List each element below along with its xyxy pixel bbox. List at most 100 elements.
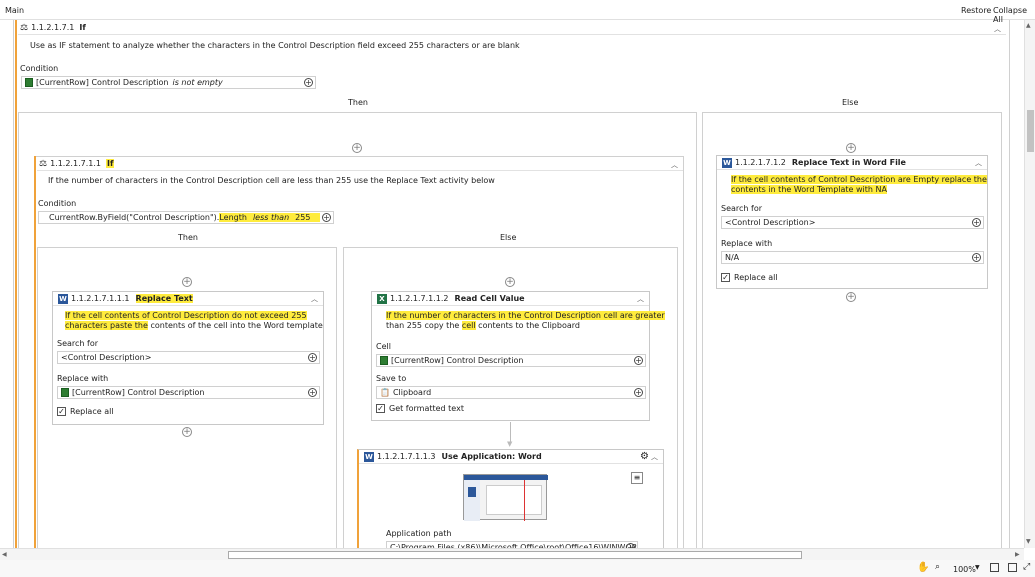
- get-formatted-checkbox[interactable]: ✓ Get formatted text: [376, 404, 464, 413]
- hand-pan-icon[interactable]: ✋: [917, 562, 929, 573]
- inner-if-header[interactable]: ⚖ 1.1.2.1.7.1.1 If ︿: [37, 157, 683, 171]
- vertical-scrollbar[interactable]: ▲ ▼: [1024, 20, 1035, 548]
- collapse-chevron-icon[interactable]: ︿: [975, 158, 982, 168]
- outer-if-accent: [15, 20, 17, 550]
- zoom-icon[interactable]: ⌕: [935, 562, 940, 572]
- restore-button[interactable]: Restore: [961, 6, 991, 15]
- activity-name: Read Cell Value: [454, 294, 525, 303]
- scroll-left-arrow-icon[interactable]: ◀: [2, 551, 7, 558]
- add-plus-icon[interactable]: +: [972, 253, 981, 262]
- breadcrumb-main[interactable]: Main: [5, 6, 24, 15]
- scroll-right-arrow-icon[interactable]: ▶: [1015, 551, 1020, 558]
- checkbox-checked-icon[interactable]: ✓: [57, 407, 66, 416]
- collapse-chevron-icon[interactable]: ︿: [637, 294, 644, 304]
- replace-with-field[interactable]: [CurrentRow] Control Description +: [57, 386, 320, 399]
- connector-arrow: [510, 422, 511, 442]
- zoom-dropdown-icon[interactable]: ▼: [975, 564, 980, 571]
- condition-property: Length: [219, 213, 247, 222]
- activity-number: 1.1.2.1.7.1.1.1: [71, 294, 130, 303]
- collapse-chevron-icon[interactable]: ︿: [651, 452, 658, 462]
- add-activity-plus-icon[interactable]: +: [846, 143, 856, 153]
- spreadsheet-icon: [25, 78, 33, 87]
- inner-if-number: 1.1.2.1.7.1.1: [50, 159, 101, 168]
- cell-field[interactable]: [CurrentRow] Control Description +: [376, 354, 646, 367]
- vertical-scroll-thumb[interactable]: [1027, 110, 1034, 152]
- search-for-label: Search for: [57, 339, 99, 348]
- replace-text-comment: If the cell contents of Control Descript…: [65, 311, 323, 330]
- outer-then-label: Then: [348, 98, 368, 107]
- replace-with-field[interactable]: N/A +: [721, 251, 984, 264]
- add-activity-plus-icon[interactable]: +: [846, 292, 856, 302]
- scroll-up-arrow-icon[interactable]: ▲: [1026, 22, 1031, 29]
- add-plus-icon[interactable]: +: [972, 218, 981, 227]
- condition-operator: is not empty: [172, 78, 223, 87]
- collapse-chevron-icon[interactable]: ︿: [994, 24, 1001, 34]
- save-to-label: Save to: [376, 374, 407, 383]
- word-icon: W: [364, 451, 374, 462]
- expand-icon[interactable]: ⤢: [1023, 562, 1030, 572]
- add-plus-icon[interactable]: +: [304, 78, 313, 87]
- horizontal-scrollbar[interactable]: ◀ ▶: [0, 548, 1024, 560]
- overview-icon[interactable]: [1008, 563, 1017, 572]
- collapse-chevron-icon[interactable]: ︿: [311, 294, 318, 304]
- checkbox-checked-icon[interactable]: ✓: [721, 273, 730, 282]
- horizontal-scroll-thumb[interactable]: [228, 551, 802, 559]
- activity-number: 1.1.2.1.7.1.2: [735, 158, 786, 167]
- add-activity-plus-icon[interactable]: +: [182, 427, 192, 437]
- excel-icon: X: [377, 293, 387, 304]
- replace-word-card[interactable]: W 1.1.2.1.7.1.2 Replace Text in Word Fil…: [716, 155, 988, 289]
- activity-name: Replace Text: [135, 294, 193, 303]
- fit-screen-icon[interactable]: [990, 563, 999, 572]
- scroll-down-arrow-icon[interactable]: ▼: [1026, 538, 1031, 545]
- condition-operator: less than: [246, 213, 296, 222]
- add-activity-plus-icon[interactable]: +: [505, 277, 515, 287]
- use-application-header[interactable]: W 1.1.2.1.7.1.1.3 Use Application: Word …: [359, 450, 663, 464]
- inner-if-condition-field[interactable]: CurrentRow.ByField("Control Description"…: [38, 211, 334, 224]
- add-plus-icon[interactable]: +: [634, 388, 643, 397]
- use-application-card[interactable]: W 1.1.2.1.7.1.1.3 Use Application: Word …: [357, 449, 664, 559]
- add-plus-icon[interactable]: +: [634, 356, 643, 365]
- application-path-label: Application path: [386, 529, 452, 538]
- add-activity-plus-icon[interactable]: +: [352, 143, 362, 153]
- activity-name: Replace Text in Word File: [791, 158, 906, 167]
- spreadsheet-icon: [380, 356, 388, 365]
- replace-all-checkbox[interactable]: ✓ Replace all: [57, 407, 114, 416]
- read-cell-header[interactable]: X 1.1.2.1.7.1.1.2 Read Cell Value ︿: [372, 292, 649, 306]
- activity-name: Use Application: Word: [441, 452, 542, 461]
- hamburger-menu-icon[interactable]: ≡: [631, 472, 643, 484]
- gear-icon[interactable]: ⚙: [640, 451, 649, 462]
- collapse-chevron-icon[interactable]: ︿: [671, 160, 678, 170]
- clipboard-icon: 📋: [380, 388, 390, 397]
- replace-word-comment: If the cell contents of Control Descript…: [731, 175, 987, 194]
- cell-label: Cell: [376, 342, 391, 351]
- condition-value: 255: [295, 213, 321, 222]
- replace-text-card[interactable]: W 1.1.2.1.7.1.1.1 Replace Text ︿ If the …: [52, 291, 324, 425]
- read-cell-card[interactable]: X 1.1.2.1.7.1.1.2 Read Cell Value ︿ If t…: [371, 291, 665, 421]
- search-for-field[interactable]: <Control Description> +: [57, 351, 320, 364]
- activity-number: 1.1.2.1.7.1.1.2: [390, 294, 449, 303]
- replace-with-label: Replace with: [57, 374, 109, 383]
- inner-then-label: Then: [178, 233, 198, 242]
- application-screenshot-thumbnail: [463, 474, 548, 521]
- add-plus-icon[interactable]: +: [308, 353, 317, 362]
- zoom-level[interactable]: 100%: [953, 565, 976, 574]
- inner-if-accent: [34, 156, 36, 552]
- outer-else-label: Else: [842, 98, 859, 107]
- replace-text-header[interactable]: W 1.1.2.1.7.1.1.1 Replace Text ︿: [53, 292, 323, 306]
- outer-if-header[interactable]: ⚖ 1.1.2.1.7.1 If ︿: [18, 21, 1006, 35]
- checkbox-checked-icon[interactable]: ✓: [376, 404, 385, 413]
- outer-if-condition-field[interactable]: [CurrentRow] Control Description is not …: [21, 76, 316, 89]
- add-plus-icon[interactable]: +: [308, 388, 317, 397]
- connector-arrow-head: ▼: [507, 440, 513, 448]
- activity-number: 1.1.2.1.7.1.1.3: [377, 452, 436, 461]
- outer-if-number: 1.1.2.1.7.1: [31, 23, 75, 32]
- replace-all-checkbox[interactable]: ✓ Replace all: [721, 273, 778, 282]
- save-to-field[interactable]: 📋 Clipboard +: [376, 386, 646, 399]
- read-cell-comment: If the number of characters in the Contr…: [386, 311, 665, 330]
- replace-with-label: Replace with: [721, 239, 773, 248]
- word-icon: W: [722, 157, 732, 168]
- search-for-field[interactable]: <Control Description> +: [721, 216, 984, 229]
- add-activity-plus-icon[interactable]: +: [182, 277, 192, 287]
- replace-word-header[interactable]: W 1.1.2.1.7.1.2 Replace Text in Word Fil…: [717, 156, 987, 170]
- add-plus-icon[interactable]: +: [322, 213, 331, 222]
